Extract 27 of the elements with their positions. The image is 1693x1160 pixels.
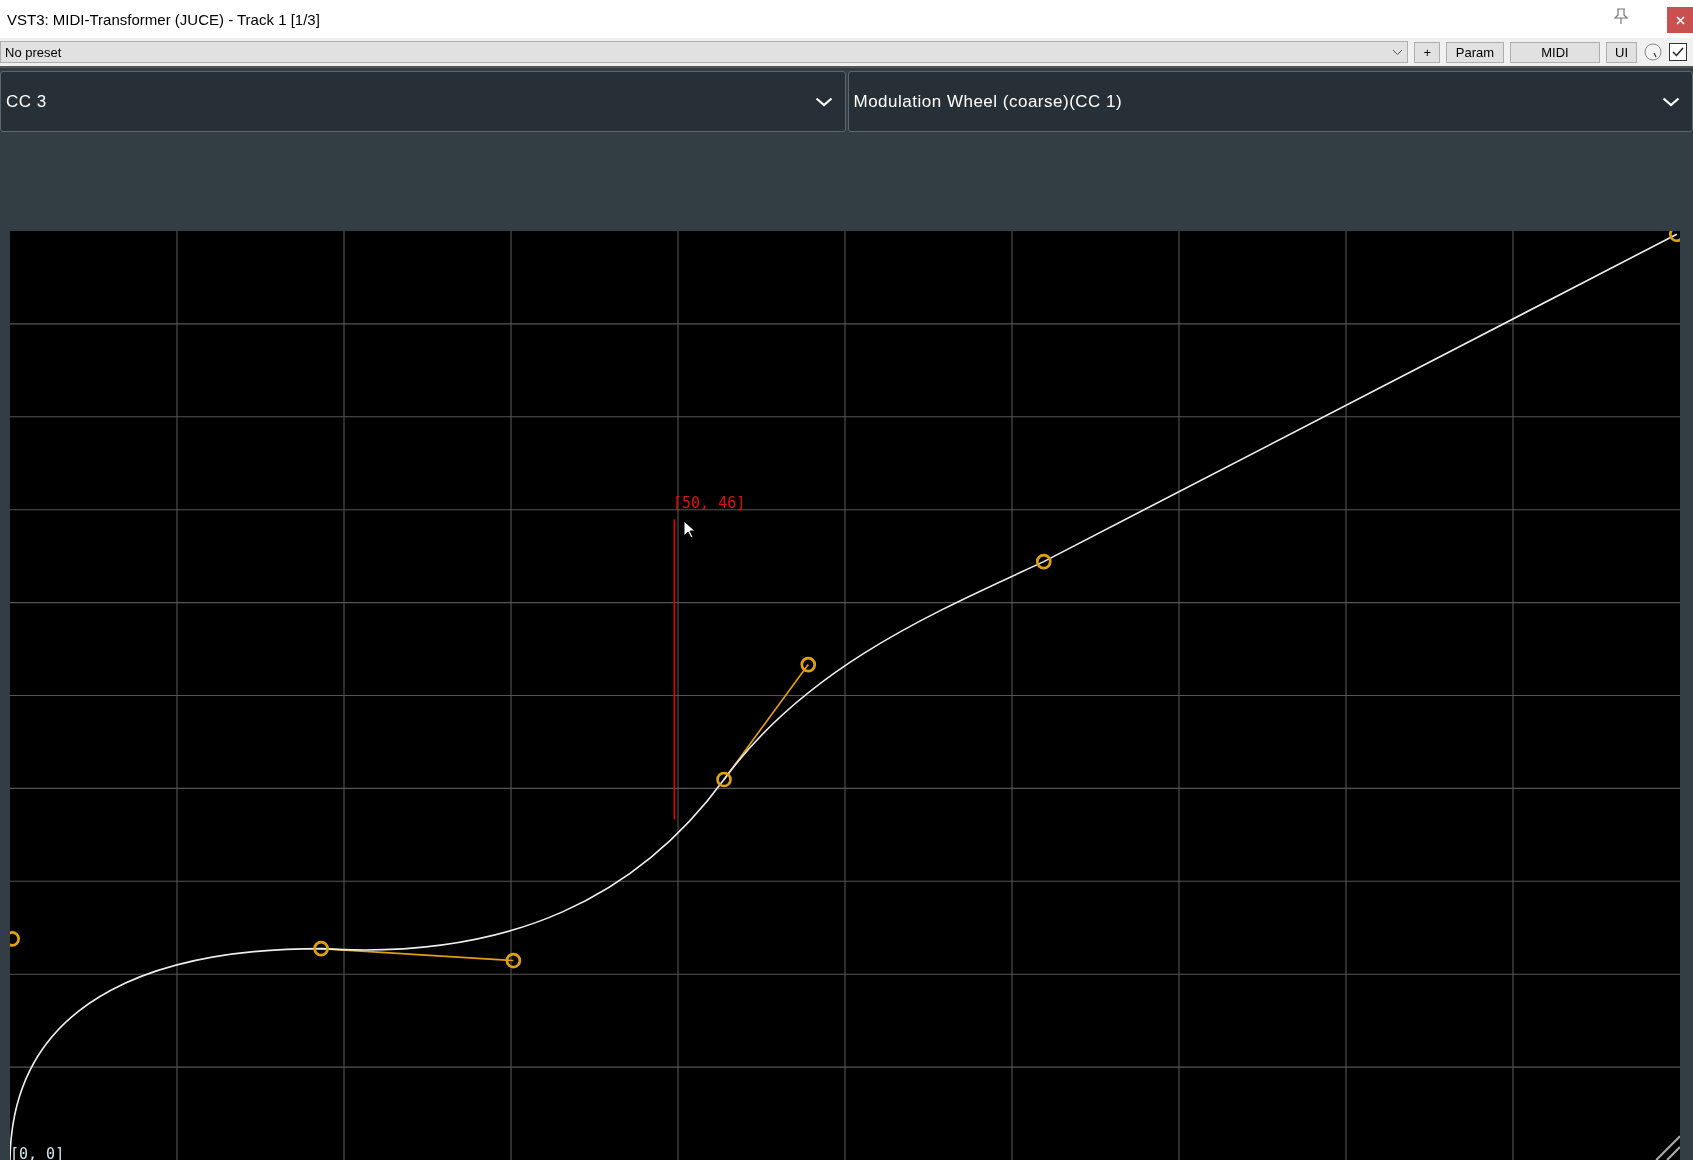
cc-dropdown[interactable]: Modulation Wheel (coarse)(CC 1): [847, 71, 1693, 132]
toolbar-button[interactable]: +: [1414, 41, 1440, 63]
control-point-icon[interactable]: [313, 940, 329, 957]
cursor-coordinates: [50, 46]: [673, 493, 746, 512]
toolbar-button[interactable]: Param: [1446, 41, 1504, 63]
close-button[interactable]: [1667, 7, 1693, 33]
chevron-down-icon: [814, 96, 833, 107]
control-point-icon[interactable]: [10, 931, 20, 947]
pin-icon[interactable]: [1612, 7, 1630, 25]
cc-dropdown[interactable]: CC 3: [0, 71, 846, 132]
chevron-down-icon: [1392, 48, 1404, 56]
control-point-icon[interactable]: [716, 771, 732, 788]
control-point-icon[interactable]: [505, 952, 522, 969]
resize-grip-icon[interactable]: [1655, 1135, 1680, 1160]
knob-icon[interactable]: [1643, 42, 1663, 62]
toolbar-button[interactable]: MIDI: [1510, 41, 1600, 63]
chevron-down-icon: [1662, 96, 1680, 107]
preset-dropdown[interactable]: No preset: [0, 41, 1409, 63]
window-title: VST3: MIDI-Transformer (JUCE) - Track 1 [1/3]: [7, 10, 320, 28]
bypass-checkbox[interactable]: [1669, 43, 1687, 61]
mouse-pointer-icon: [683, 519, 695, 539]
control-point-icon[interactable]: [800, 656, 817, 673]
toolbar-button[interactable]: UI: [1606, 41, 1637, 63]
close-icon: [1675, 15, 1685, 25]
checkmark-icon: [1672, 47, 1684, 57]
control-point-icon[interactable]: [1035, 553, 1052, 570]
control-point-icon[interactable]: [1668, 231, 1680, 243]
